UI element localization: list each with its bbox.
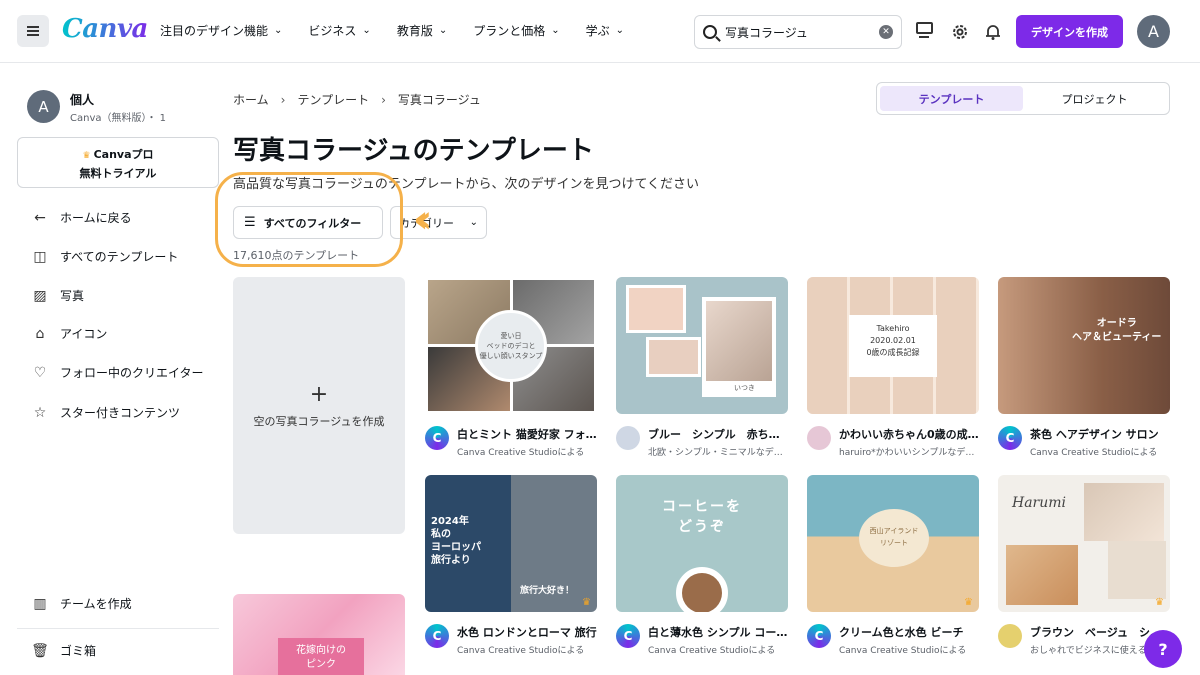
chevron-down-icon: ⌄	[615, 25, 625, 36]
photo-icon: ▨	[33, 287, 47, 304]
chevron-down-icon: ⌄	[274, 25, 283, 36]
all-filters-button[interactable]: ☰ すべてのフィルター	[233, 206, 383, 239]
sidebar-item-all-templates[interactable]: ◫ すべてのテンプレート	[30, 248, 178, 265]
sidebar-item-trash[interactable]: 🗑 ゴミ箱	[30, 642, 96, 659]
sidebar-item-home[interactable]: ← ホームに戻る	[30, 209, 132, 226]
create-design-button[interactable]: デザインを作成	[1016, 15, 1123, 48]
hamburger-icon	[27, 26, 39, 36]
creator-avatar[interactable]: C	[616, 624, 640, 648]
creator-avatar[interactable]: C	[425, 624, 449, 648]
menu-toggle-button[interactable]	[17, 15, 49, 47]
create-blank-card[interactable]: + 空の写真コラージュを作成	[233, 277, 405, 534]
tab-projects[interactable]: プロジェクト	[1023, 86, 1166, 111]
nav-link-features[interactable]: 注目のデザイン機能 ⌄	[160, 22, 282, 39]
template-card[interactable]: コーヒーを どうぞ C 白と薄水色 シンプル コーヒー Canva Creative…	[616, 475, 788, 656]
template-card[interactable]: いつき ブルー シンプル 赤ちゃん 北欧・シンプル・ミニマルなデザイン	[616, 277, 788, 458]
template-thumbnail[interactable]: 花嫁向けの ピンク	[233, 594, 405, 675]
clear-search-icon[interactable]: ✕	[879, 25, 893, 39]
page-title: 写真コラージュのテンプレート	[233, 136, 594, 166]
arrow-left-icon: ←	[34, 209, 46, 226]
template-card[interactable]: 西山アイランド リゾート ♛ C クリーム色と水色 ビーチ Canva Creati…	[807, 475, 979, 656]
sidebar: A 個人 Canva（無料版）・ 1 ♛ Canvaプロ 無料トライアル ← ホーム…	[0, 64, 232, 675]
top-navigation: Canva 注目のデザイン機能 ⌄ ビジネス ⌄ 教育版 ⌄ プランと価格 ⌄ 学ぶ ⌄ …	[0, 0, 1200, 63]
sidebar-divider	[17, 628, 219, 629]
star-icon: ☆	[33, 404, 47, 421]
template-card[interactable]: Takehiro 2020.02.01 0歳の成長記録 かわいい赤ちゃん0歳の成…	[807, 277, 979, 458]
bell-icon[interactable]	[983, 22, 1003, 42]
sliders-icon: ☰	[244, 215, 256, 230]
nav-link-business[interactable]: ビジネス ⌄	[308, 22, 370, 39]
creator-avatar[interactable]: C	[998, 426, 1022, 450]
creator-avatar[interactable]	[998, 624, 1022, 648]
nav-link-pricing[interactable]: プランと価格 ⌄	[473, 22, 559, 39]
trash-icon: 🗑	[31, 642, 49, 659]
user-plan: Canva（無料版）・ 1	[70, 113, 167, 124]
chevron-right-icon: ›	[381, 92, 386, 107]
sidebar-item-create-team[interactable]: ▥ チームを作成	[30, 595, 131, 612]
chevron-down-icon: ⌄	[438, 25, 448, 36]
nav-link-education[interactable]: 教育版 ⌄	[397, 22, 447, 39]
heart-icon: ♡	[33, 364, 47, 381]
desktop-app-icon[interactable]	[916, 22, 936, 42]
sidebar-item-following[interactable]: ♡ フォロー中のクリエイター	[30, 364, 204, 381]
pro-trial-button[interactable]: ♛ Canvaプロ 無料トライアル	[17, 137, 219, 188]
template-card[interactable]: 2024年 私の ヨーロッパ 旅行より 旅行大好き！ ♛ C 水色 ロンドンとロー…	[425, 475, 597, 656]
view-switcher: テンプレート プロジェクト	[876, 82, 1170, 115]
help-button[interactable]: ?	[1144, 630, 1182, 668]
gear-icon[interactable]	[950, 22, 970, 42]
creator-avatar[interactable]: C	[807, 624, 831, 648]
template-thumbnail[interactable]: オードラ ヘア＆ビューティー	[998, 277, 1170, 414]
template-card[interactable]: 愛い日 ベッドのデコと 優しい顔いスタンプ C白とミント 猫愛好家 フォトコラー…	[425, 277, 597, 458]
user-name: 個人	[70, 93, 95, 107]
template-count: 17,610点のテンプレート	[233, 249, 360, 262]
page-subtitle: 高品質な写真コラージュのテンプレートから、次のデザインを見つけてください	[233, 177, 700, 192]
template-thumbnail[interactable]: 愛い日 ベッドのデコと 優しい顔いスタンプ	[425, 277, 597, 414]
template-card[interactable]: Harumi ♛ ブラウン ベージュ シンプル おしゃれでビジネスに使える	[998, 475, 1170, 656]
sidebar-item-starred[interactable]: ☆ スター付きコンテンツ	[30, 404, 180, 421]
breadcrumb: ホーム › テンプレート › 写真コラージュ	[233, 91, 481, 108]
template-thumbnail[interactable]: 西山アイランド リゾート ♛	[807, 475, 979, 612]
crown-icon: ♛	[82, 151, 91, 161]
sidebar-item-photos[interactable]: ▨ 写真	[30, 287, 84, 304]
search-input[interactable]	[725, 25, 879, 39]
creator-avatar[interactable]	[616, 426, 640, 450]
chevron-down-icon: ⌄	[469, 217, 478, 228]
template-thumbnail[interactable]: コーヒーを どうぞ	[616, 475, 788, 612]
building-icon: ▥	[33, 595, 47, 612]
plus-icon: +	[309, 382, 329, 407]
search-box: ✕	[694, 15, 902, 49]
nav-link-learn[interactable]: 学ぶ ⌄	[586, 22, 624, 39]
user-avatar[interactable]: A	[27, 90, 60, 123]
template-thumbnail[interactable]: いつき	[616, 277, 788, 414]
sidebar-item-icons[interactable]: ⌂ アイコン	[30, 325, 108, 342]
breadcrumb-templates[interactable]: テンプレート	[297, 91, 369, 108]
crown-icon: ♛	[582, 597, 591, 608]
crown-icon: ♛	[964, 597, 973, 608]
breadcrumb-home[interactable]: ホーム	[233, 91, 269, 108]
chevron-down-icon: ⌄	[362, 25, 371, 36]
tab-templates[interactable]: テンプレート	[880, 86, 1023, 111]
crown-icon: ♛	[1155, 597, 1164, 608]
search-icon	[703, 25, 717, 39]
annotation-arrow-icon: ‹‹	[413, 197, 433, 241]
template-icon: ◫	[33, 248, 47, 265]
canva-logo[interactable]: Canva	[62, 14, 148, 44]
main-nav-links: 注目のデザイン機能 ⌄ ビジネス ⌄ 教育版 ⌄ プランと価格 ⌄ 学ぶ ⌄	[160, 22, 650, 39]
account-avatar[interactable]: A	[1137, 15, 1170, 48]
template-thumbnail[interactable]: Harumi ♛	[998, 475, 1170, 612]
chevron-right-icon: ›	[280, 92, 286, 107]
chevron-down-icon: ⌄	[551, 25, 560, 36]
creator-avatar[interactable]	[807, 426, 831, 450]
creator-avatar[interactable]: C	[425, 426, 449, 450]
shapes-icon: ⌂	[35, 325, 45, 342]
category-dropdown[interactable]: カテゴリー ⌄	[390, 206, 487, 239]
template-thumbnail[interactable]: 2024年 私の ヨーロッパ 旅行より 旅行大好き！ ♛	[425, 475, 597, 612]
template-card[interactable]: オードラ ヘア＆ビューティー C 茶色 ヘアデザイン サロン Canva Creat…	[998, 277, 1170, 458]
template-thumbnail[interactable]: Takehiro 2020.02.01 0歳の成長記録	[807, 277, 979, 414]
breadcrumb-current: 写真コラージュ	[397, 93, 481, 107]
